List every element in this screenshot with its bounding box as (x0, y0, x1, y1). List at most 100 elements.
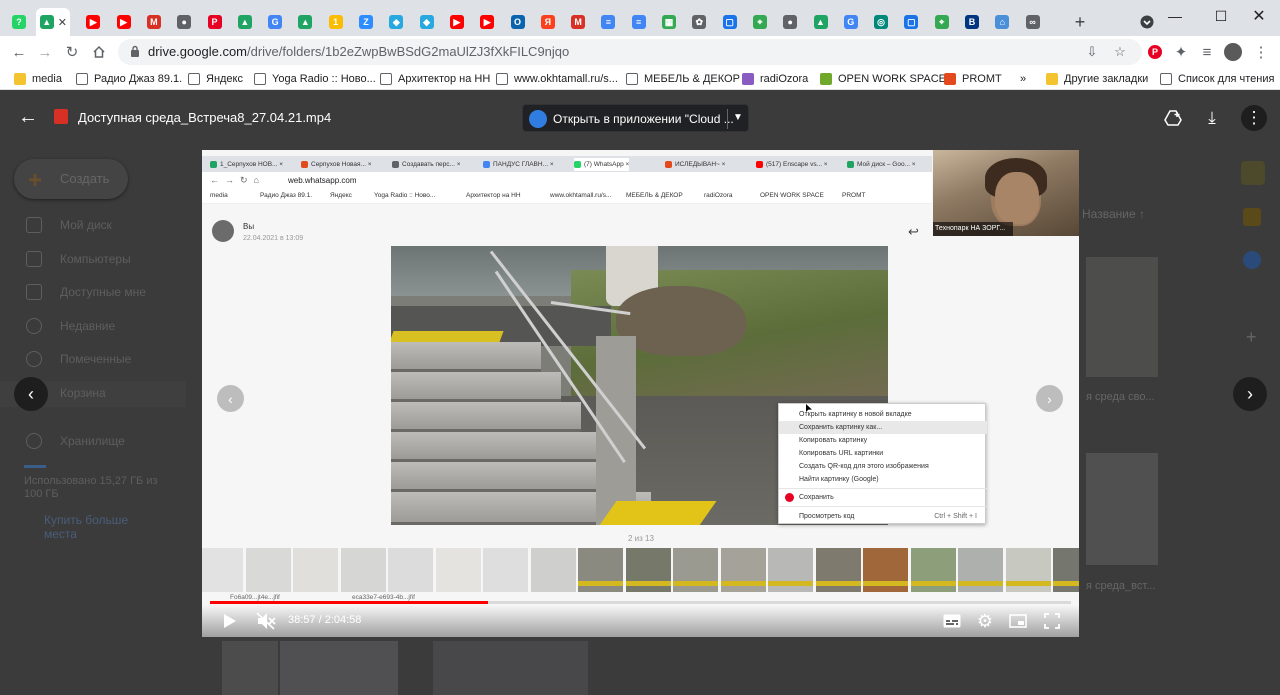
browser-tab[interactable]: O (505, 8, 531, 36)
bookmark-item[interactable]: Архитектор на НН (380, 71, 490, 87)
forward-button[interactable]: → (32, 39, 58, 65)
thumbnail-yellow-strip (815, 581, 861, 586)
paw-icon: ✿ (692, 15, 707, 29)
browser-tab[interactable]: Z (353, 8, 379, 36)
recorded-thumbnail (388, 548, 433, 592)
next-file-button[interactable]: › (1233, 377, 1267, 411)
chevron-down-icon[interactable]: ▼ (733, 112, 743, 123)
bookmark-item[interactable]: PROMT (944, 71, 1002, 87)
browser-tab[interactable]: B (959, 8, 985, 36)
profile-avatar[interactable] (1220, 39, 1246, 65)
recorded-tab-favicon (847, 161, 854, 168)
recorded-tab-label: Серпухов Новая... × (311, 161, 372, 168)
browser-tab[interactable]: ⌂ (989, 8, 1015, 36)
minimize-button[interactable]: — (1152, 0, 1198, 32)
install-app-icon[interactable]: ⇩ (1084, 44, 1100, 60)
fullscreen-icon[interactable] (1040, 609, 1064, 633)
browser-tab[interactable]: ▲ (808, 8, 834, 36)
reload-button[interactable]: ↻ (59, 39, 85, 65)
open-in-app-button[interactable]: Открыть в приложении "Cloud ... ▼ (522, 104, 749, 132)
browser-tab[interactable]: ▢ (898, 8, 924, 36)
bookmarks-more-button[interactable]: » (1020, 71, 1026, 87)
browser-menu-icon[interactable]: ⋮ (1248, 39, 1274, 65)
video-player[interactable]: 1_Серпухов НОВ... × Серпухов Новая... × Со… (202, 150, 1079, 637)
browser-tab[interactable]: ✿ (686, 8, 712, 36)
home-button[interactable] (86, 39, 112, 65)
browser-tab[interactable]: P (202, 8, 228, 36)
ctx-save-image: Сохранить картинку как... (779, 421, 987, 434)
recorded-bookmark: Яндекс (330, 192, 352, 199)
back-button[interactable]: ← (6, 39, 32, 65)
docs-icon: ≡ (631, 15, 646, 29)
bookmark-item[interactable]: Yoga Radio :: Ново... (254, 71, 376, 87)
browser-tab[interactable]: M (141, 8, 167, 36)
file-thumbnail (1086, 453, 1158, 565)
extensions-puzzle-icon[interactable]: ✦ (1168, 39, 1194, 65)
media-control-icon[interactable]: ≡ (1194, 39, 1220, 65)
browser-tab[interactable]: ◎ (868, 8, 894, 36)
browser-tab[interactable]: ● (777, 8, 803, 36)
recorded-next-arrow: › (1036, 385, 1063, 412)
bookmark-item[interactable]: Радио Джаз 89.1. (76, 71, 182, 87)
settings-gear-icon[interactable]: ⚙ (973, 609, 997, 633)
browser-tab[interactable]: ∞ (1020, 8, 1046, 36)
browser-tab[interactable]: ▦ (656, 8, 682, 36)
thumbnail-yellow-strip (673, 581, 718, 586)
webcam-overlay: Технопарк НА ЗОРГ... (933, 150, 1079, 236)
subtitles-icon[interactable] (940, 609, 964, 633)
recorded-thumbnail (202, 548, 243, 592)
close-tab-icon[interactable]: ✕ (58, 16, 67, 29)
browser-tab[interactable]: ▲ ✕ (36, 8, 71, 36)
bookmark-item[interactable]: www.okhtamall.ru/s... (496, 71, 618, 87)
browser-tab[interactable]: ▶ (444, 8, 470, 36)
other-bookmarks[interactable]: Другие закладки (1046, 71, 1148, 87)
more-actions-icon[interactable]: ⋮ (1241, 105, 1267, 131)
bookmark-label: Радио Джаз 89.1. (94, 73, 183, 85)
picture-in-picture-icon[interactable] (1006, 609, 1030, 633)
recorded-context-menu: Открыть картинку в новой вкладке Сохрани… (778, 403, 987, 524)
browser-tab[interactable]: ≡ (595, 8, 621, 36)
browser-tab[interactable]: M (565, 8, 591, 36)
browser-tab[interactable]: Я (535, 8, 561, 36)
browser-tab[interactable]: G (838, 8, 864, 36)
browser-tab[interactable]: ▲ (292, 8, 318, 36)
bookmark-item[interactable]: МЕБЕЛЬ & ДЕКОР (626, 71, 740, 87)
my-drive-icon (26, 217, 42, 233)
browser-tab[interactable]: ▶ (111, 8, 137, 36)
download-icon[interactable]: ⤓ (1201, 107, 1223, 129)
close-window-button[interactable]: ✕ (1236, 0, 1280, 32)
bookmark-item[interactable]: radiOzora (742, 71, 808, 87)
browser-tab[interactable]: ▢ (717, 8, 743, 36)
browser-tab[interactable]: G (262, 8, 288, 36)
browser-tab[interactable]: ◆ (414, 8, 440, 36)
browser-tab[interactable]: ● (171, 8, 197, 36)
add-shortcut-drive-icon[interactable] (1162, 107, 1184, 129)
recorded-tab-favicon (210, 161, 217, 168)
bookmark-label: Архитектор на НН (398, 73, 491, 85)
browser-tab[interactable]: ▶ (474, 8, 500, 36)
mute-toggle-icon[interactable] (254, 609, 278, 633)
browser-tab[interactable]: ? (6, 8, 32, 36)
address-bar[interactable]: drive.google.com/drive/folders/1b2eZwpBw… (118, 39, 1142, 65)
browser-tab[interactable]: ≡ (626, 8, 652, 36)
browser-tab[interactable]: ◆ (383, 8, 409, 36)
bookmark-star-icon[interactable]: ☆ (1112, 44, 1128, 60)
bookmarks-bar: media Радио Джаз 89.1. Яндекс Yoga Radio ::… (0, 68, 1280, 90)
new-tab-button[interactable]: + (1066, 8, 1094, 36)
recorded-thumbnail (293, 548, 338, 592)
pinterest-extension-icon[interactable]: P (1142, 39, 1168, 65)
play-button[interactable] (218, 609, 242, 633)
browser-tab[interactable]: ⌖ (747, 8, 773, 36)
reading-list[interactable]: Список для чтения (1160, 71, 1274, 87)
bookmark-item[interactable]: Яндекс (188, 71, 243, 87)
browser-tab[interactable]: 1 (323, 8, 349, 36)
browser-tab[interactable]: ⌖ (929, 8, 955, 36)
close-viewer-back-icon[interactable]: ← (18, 107, 40, 127)
browser-tab[interactable]: ▲ (232, 8, 258, 36)
globe-icon (254, 73, 266, 85)
browser-tab[interactable]: ▶ (80, 8, 106, 36)
bookmark-item[interactable]: OPEN WORK SPACE (820, 71, 946, 87)
video-progress-bar[interactable] (210, 601, 1071, 604)
previous-file-button[interactable]: ‹ (14, 377, 48, 411)
bookmark-item[interactable]: media (14, 71, 62, 87)
